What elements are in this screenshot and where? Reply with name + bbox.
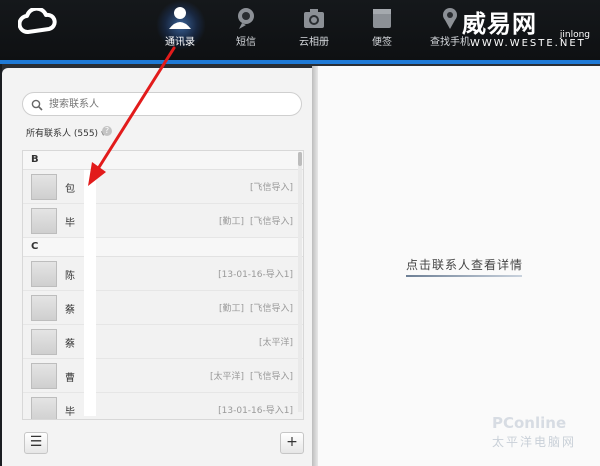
annotation-arrow [88, 46, 176, 186]
